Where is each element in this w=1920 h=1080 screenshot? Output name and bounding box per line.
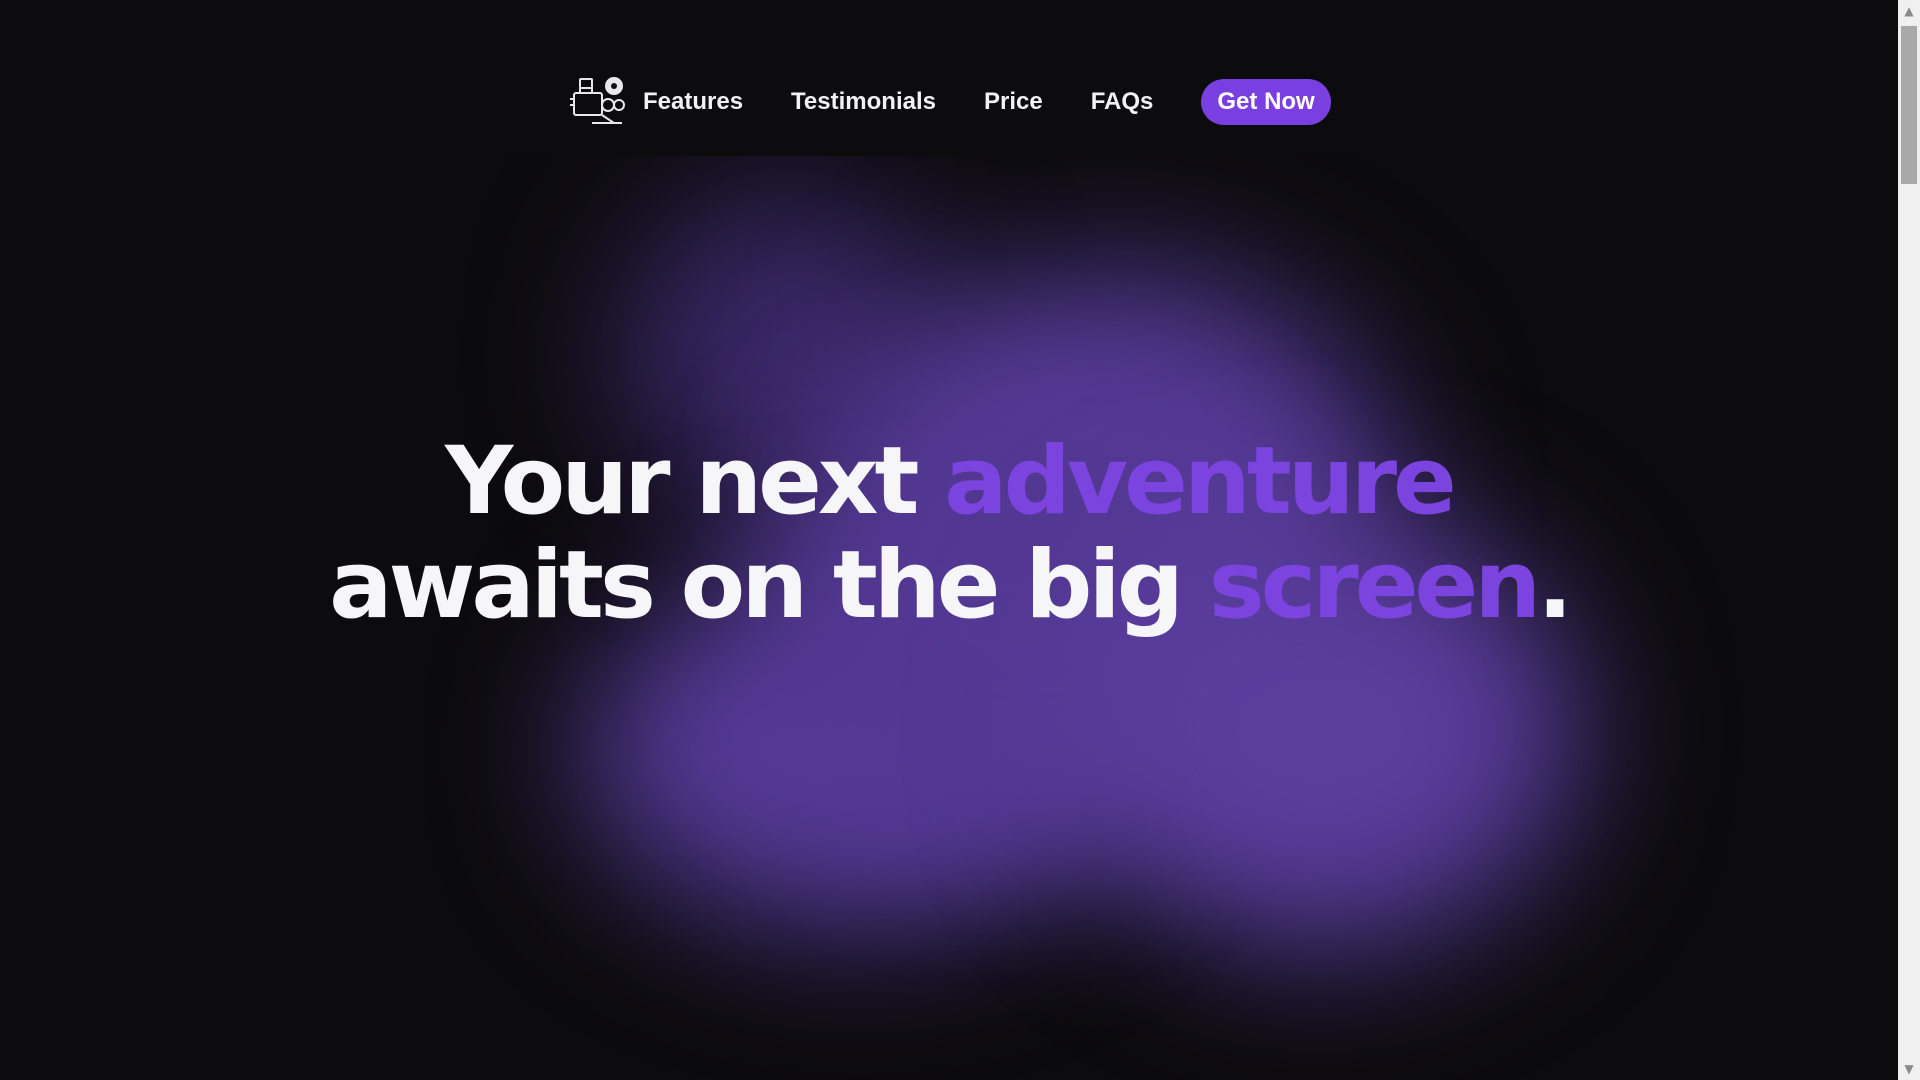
chevron-down-icon[interactable]: ▼ <box>1898 1058 1920 1080</box>
hero-line-2: awaits on the big screen. <box>329 531 1573 640</box>
nav-link-features[interactable]: Features <box>643 88 743 116</box>
get-now-button[interactable]: Get Now <box>1201 79 1331 125</box>
hero-headline: Your next adventure awaits on the big sc… <box>0 430 1898 638</box>
chevron-up-icon[interactable]: ▲ <box>1898 0 1920 22</box>
hero-period: . <box>1537 531 1573 640</box>
nav-link-testimonials[interactable]: Testimonials <box>791 88 936 116</box>
hero-accent-adventure: adventure <box>944 427 1457 536</box>
nav-bar: Features Testimonials Price FAQs Get Now <box>565 72 1331 132</box>
page-scrollbar[interactable]: ▲ ▼ <box>1898 0 1920 1080</box>
hero-accent-screen: screen <box>1208 531 1541 640</box>
vintage-film-camera-icon[interactable] <box>565 74 627 130</box>
nav-link-price[interactable]: Price <box>984 88 1043 116</box>
hero-line-1: Your next adventure <box>445 427 1457 536</box>
hero-text-plain-1: Your next <box>445 427 945 536</box>
scrollbar-thumb[interactable] <box>1901 26 1917 184</box>
hero-text-plain-2: awaits on the big <box>329 531 1209 640</box>
top-navigation: Features Testimonials Price FAQs Get Now <box>0 0 1898 156</box>
landing-page: Features Testimonials Price FAQs Get Now… <box>0 0 1920 1080</box>
nav-link-faqs[interactable]: FAQs <box>1091 88 1154 116</box>
